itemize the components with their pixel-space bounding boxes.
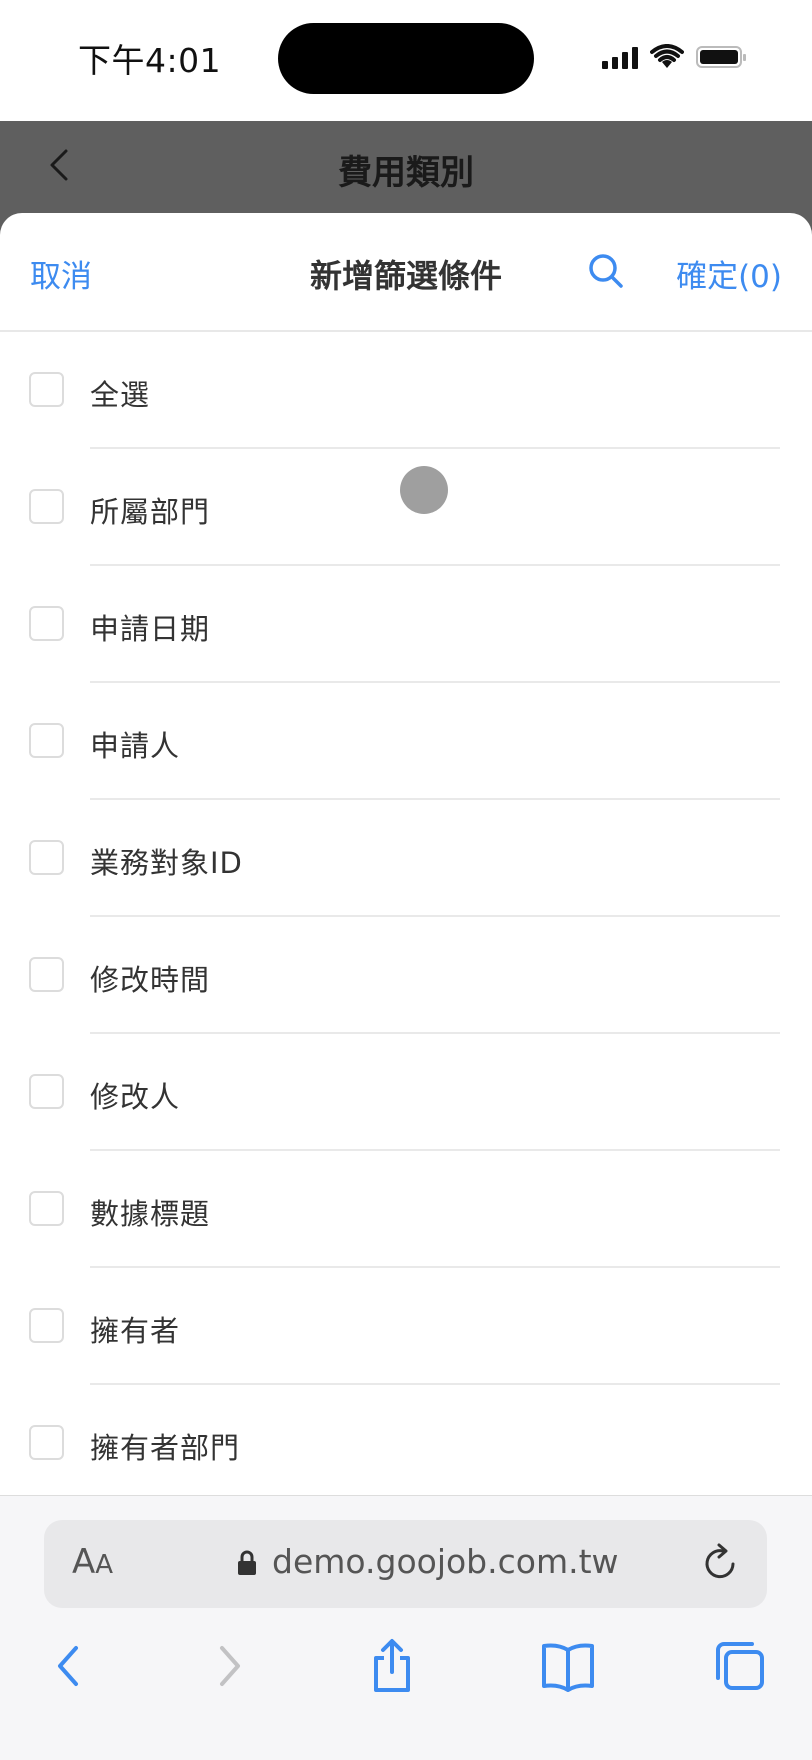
- status-time: 下午4:01: [78, 41, 222, 80]
- option-row-select-all[interactable]: 全選: [0, 332, 812, 449]
- battery-icon: [696, 46, 746, 68]
- option-row-apply-date[interactable]: 申請日期: [0, 566, 812, 683]
- page-title: 費用類別: [338, 153, 474, 193]
- status-bar: 下午4:01: [0, 0, 812, 121]
- option-row-data-title[interactable]: 數據標題: [0, 1151, 812, 1268]
- option-label: 所屬部門: [90, 495, 211, 529]
- browser-forward-button[interactable]: [198, 1636, 258, 1696]
- option-label: 申請日期: [90, 612, 211, 646]
- option-row-department[interactable]: 所屬部門: [0, 449, 812, 566]
- option-row-owner-department[interactable]: 擁有者部門: [0, 1385, 812, 1495]
- tabs-button[interactable]: [710, 1636, 770, 1696]
- forward-icon: [220, 1646, 240, 1686]
- option-label: 全選: [90, 378, 151, 412]
- browser-toolbar: AA demo.goojob.com.tw: [0, 1495, 812, 1760]
- option-row-applicant[interactable]: 申請人: [0, 683, 812, 800]
- lock-icon: [238, 1550, 256, 1575]
- checkbox[interactable]: [29, 1308, 64, 1343]
- search-icon[interactable]: [586, 251, 626, 291]
- option-label: 業務對象ID: [90, 846, 243, 880]
- filter-sheet: 取消 新增篩選條件 確定(0) 全選 所屬部門 申請日期 申請人 業務對象ID …: [0, 213, 812, 1495]
- bookmarks-icon: [542, 1643, 594, 1692]
- option-row-modified-time[interactable]: 修改時間: [0, 917, 812, 1034]
- checkbox[interactable]: [29, 840, 64, 875]
- checkbox[interactable]: [29, 489, 64, 524]
- option-label: 擁有者部門: [90, 1431, 241, 1465]
- reload-icon[interactable]: [701, 1542, 741, 1584]
- address-bar[interactable]: AA demo.goojob.com.tw: [44, 1520, 767, 1608]
- checkbox[interactable]: [29, 606, 64, 641]
- option-label: 數據標題: [90, 1197, 211, 1231]
- sheet-header: 取消 新增篩選條件 確定(0): [0, 213, 812, 332]
- option-label: 擁有者: [90, 1314, 181, 1348]
- back-icon: [58, 1646, 78, 1686]
- checkbox[interactable]: [29, 957, 64, 992]
- signal-icon: [602, 45, 638, 69]
- option-row-modifier[interactable]: 修改人: [0, 1034, 812, 1151]
- option-label: 申請人: [90, 729, 181, 763]
- option-row-owner[interactable]: 擁有者: [0, 1268, 812, 1385]
- url-text: demo.goojob.com.tw: [272, 1542, 619, 1581]
- share-button[interactable]: [362, 1636, 422, 1696]
- checkbox[interactable]: [29, 1425, 64, 1460]
- checkbox[interactable]: [29, 1074, 64, 1109]
- bookmarks-button[interactable]: [538, 1636, 598, 1696]
- tabs-icon: [716, 1642, 764, 1690]
- status-icons: [602, 42, 746, 72]
- browser-back-button[interactable]: [40, 1636, 100, 1696]
- checkbox[interactable]: [29, 723, 64, 758]
- option-row-business-object-id[interactable]: 業務對象ID: [0, 800, 812, 917]
- checkbox[interactable]: [29, 372, 64, 407]
- text-size-button[interactable]: AA: [72, 1542, 113, 1582]
- share-icon: [374, 1639, 410, 1692]
- option-label: 修改人: [90, 1080, 181, 1114]
- checkbox[interactable]: [29, 1191, 64, 1226]
- wifi-icon: [650, 44, 684, 68]
- confirm-button[interactable]: 確定(0): [676, 251, 782, 296]
- touch-indicator: [400, 466, 448, 514]
- dynamic-island: [278, 23, 534, 94]
- browser-nav: [0, 1636, 812, 1706]
- option-label: 修改時間: [90, 963, 211, 997]
